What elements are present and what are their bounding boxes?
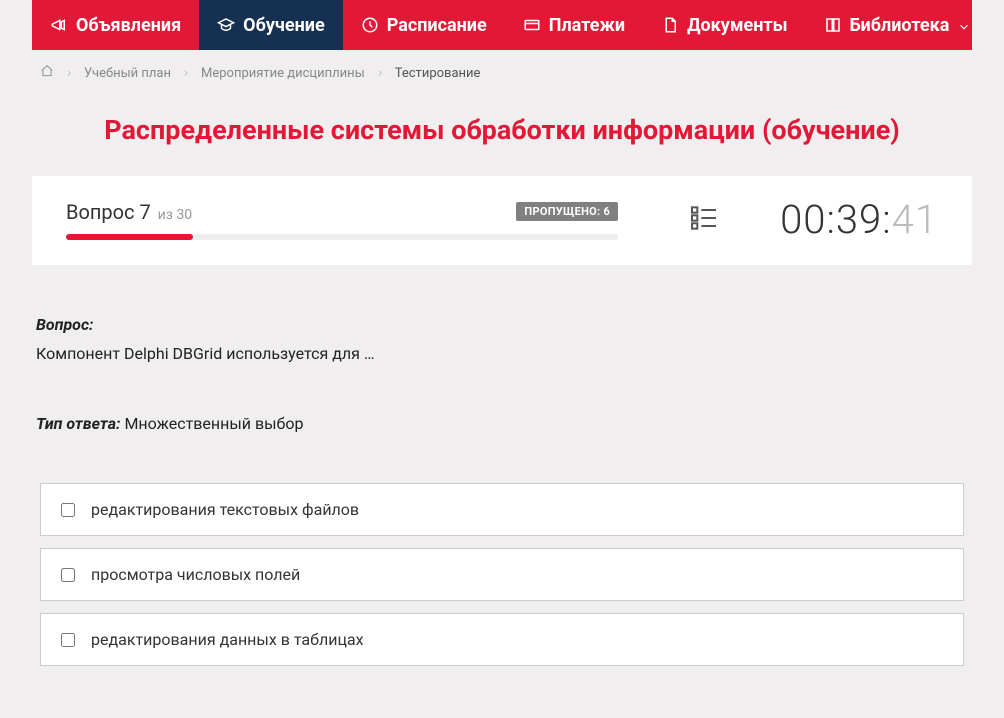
- document-icon: [661, 16, 679, 34]
- chevron-right-icon: [181, 68, 191, 78]
- nav-label: Обучение: [243, 15, 325, 36]
- nav-label: Библиотека: [850, 15, 950, 36]
- nav-label: Объявления: [76, 15, 181, 36]
- page-title: Распределенные системы обработки информа…: [32, 114, 972, 146]
- nav-label: Документы: [687, 15, 787, 36]
- chevron-right-icon: [64, 68, 74, 78]
- nav-label: Расписание: [387, 15, 487, 36]
- graduation-icon: [217, 16, 235, 34]
- answer-option[interactable]: редактирования данных в таблицах: [40, 613, 964, 666]
- nav-schedule[interactable]: Расписание: [343, 0, 505, 50]
- nav-announcements[interactable]: Объявления: [32, 0, 199, 50]
- chevron-right-icon: [375, 68, 385, 78]
- nav-documents[interactable]: Документы: [643, 0, 805, 50]
- chevron-down-icon: [957, 18, 971, 32]
- home-icon[interactable]: [40, 64, 54, 82]
- question-block: Вопрос: Компонент Delphi DBGrid использу…: [32, 315, 972, 433]
- question-label: Вопрос:: [36, 315, 93, 334]
- answer-text: редактирования данных в таблицах: [91, 630, 364, 649]
- answer-text: редактирования текстовых файлов: [91, 500, 359, 519]
- question-list-button[interactable]: [648, 202, 740, 238]
- answer-options: редактирования текстовых файлов просмотр…: [32, 483, 972, 718]
- answer-type-value: Множественный выбор: [124, 414, 303, 433]
- answer-option[interactable]: просмотра числовых полей: [40, 548, 964, 601]
- main-navbar: Объявления Обучение Расписание Платежи Д…: [32, 0, 972, 50]
- breadcrumb-current: Тестирование: [395, 66, 481, 81]
- megaphone-icon: [50, 16, 68, 34]
- breadcrumb-link[interactable]: Мероприятие дисциплины: [201, 66, 365, 81]
- answer-checkbox[interactable]: [61, 568, 75, 582]
- timer: 00:39:41: [770, 196, 938, 243]
- answer-option[interactable]: редактирования текстовых файлов: [40, 483, 964, 536]
- status-card: Вопрос 7 из 30 ПРОПУЩЕНО: 6 00:39:41: [32, 176, 972, 265]
- answer-checkbox[interactable]: [61, 633, 75, 647]
- progress-bar: [66, 234, 618, 240]
- clock-icon: [361, 16, 379, 34]
- answer-text: просмотра числовых полей: [91, 565, 300, 584]
- answer-type-label: Тип ответа:: [36, 414, 120, 433]
- nav-payments[interactable]: Платежи: [505, 0, 643, 50]
- answer-checkbox[interactable]: [61, 503, 75, 517]
- list-icon: [688, 202, 720, 238]
- book-icon: [824, 16, 842, 34]
- skipped-badge: ПРОПУЩЕНО: 6: [516, 202, 618, 221]
- progress-fill: [66, 234, 193, 240]
- question-text: Компонент Delphi DBGrid используется для…: [36, 342, 968, 366]
- nav-education[interactable]: Обучение: [199, 0, 343, 50]
- nav-label: Платежи: [549, 15, 625, 36]
- nav-library[interactable]: Библиотека: [806, 0, 990, 50]
- breadcrumb: Учебный план Мероприятие дисциплины Тест…: [32, 50, 972, 92]
- breadcrumb-link[interactable]: Учебный план: [84, 66, 171, 81]
- card-icon: [523, 16, 541, 34]
- question-counter: Вопрос 7 из 30: [66, 200, 192, 224]
